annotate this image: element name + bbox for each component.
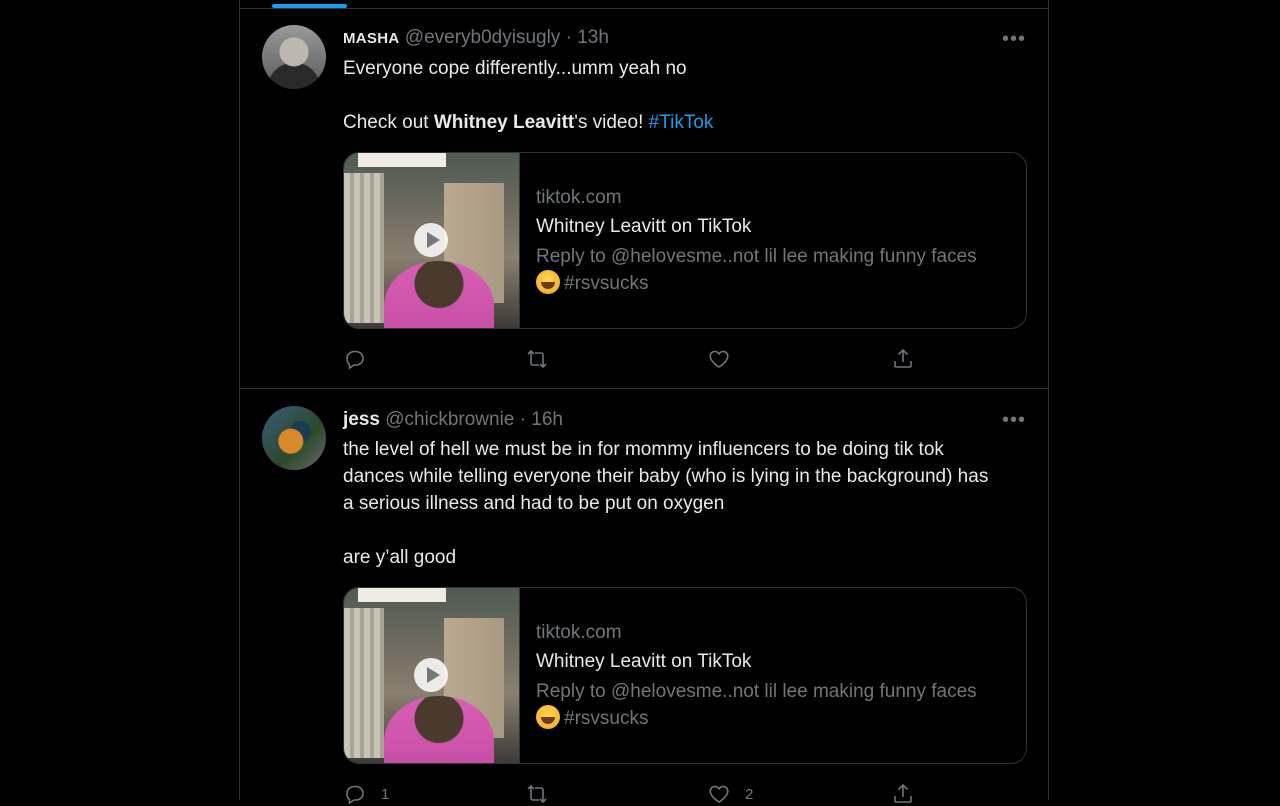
- tweet-text: the level of hell we must be in for momm…: [343, 436, 1003, 571]
- card-description-line: Reply to @helovesme..not lil lee making …: [536, 246, 977, 267]
- tweet[interactable]: MASHA @everyb0dyisugly · 13h ••• Everyon…: [240, 9, 1048, 389]
- card-title: Whitney Leavitt on TikTok: [536, 651, 752, 672]
- retweet-button[interactable]: [525, 347, 563, 371]
- retweet-icon: [527, 784, 547, 804]
- tweet-actions: [343, 347, 923, 371]
- play-icon[interactable]: [414, 658, 448, 692]
- display-name[interactable]: MASHA: [343, 30, 400, 47]
- tweet-text-line: are y’all good: [343, 547, 457, 568]
- user-handle[interactable]: @everyb0dyisugly: [405, 27, 561, 48]
- retweet-button[interactable]: [525, 782, 563, 806]
- timestamp[interactable]: 13h: [577, 27, 609, 48]
- share-icon: [894, 348, 912, 368]
- hashtag-link[interactable]: #TikTok: [649, 112, 714, 133]
- link-card[interactable]: tiktok.com Whitney Leavitt on TikTok Rep…: [343, 587, 1027, 764]
- reply-button[interactable]: [343, 347, 381, 371]
- reply-button[interactable]: 1: [343, 782, 389, 806]
- laughing-emoji-icon: [536, 270, 560, 294]
- separator: ·: [519, 409, 526, 430]
- more-icon[interactable]: •••: [1002, 410, 1026, 430]
- reply-icon: [346, 785, 364, 805]
- user-handle[interactable]: @chickbrownie: [385, 409, 514, 430]
- tweet-header: MASHA @everyb0dyisugly · 13h: [343, 27, 609, 49]
- avatar[interactable]: [262, 25, 326, 89]
- tweet[interactable]: jess @chickbrownie · 16h ••• the level o…: [240, 389, 1048, 805]
- video-thumbnail[interactable]: [344, 588, 520, 763]
- like-button[interactable]: [707, 347, 745, 371]
- text-fragment: Check out: [343, 112, 434, 133]
- tweet-header: jess @chickbrownie · 16h: [343, 409, 563, 431]
- mention-bold: Whitney Leavitt: [433, 112, 575, 133]
- card-description: Reply to @helovesme..not lil lee making …: [536, 243, 1016, 297]
- tweet-text-line: the level of hell we must be in for momm…: [343, 439, 989, 514]
- heart-icon: [709, 785, 729, 803]
- tweet-text-line: Everyone cope differently...umm yeah no: [343, 58, 687, 79]
- heart-icon: [709, 350, 729, 368]
- reply-icon: [346, 350, 364, 370]
- card-description-tag: #rsvsucks: [564, 708, 649, 729]
- card-description-tag: #rsvsucks: [564, 273, 649, 294]
- share-icon: [894, 783, 912, 803]
- more-icon[interactable]: •••: [1002, 29, 1026, 49]
- timeline-column: MASHA @everyb0dyisugly · 13h ••• Everyon…: [239, 0, 1049, 805]
- card-description-line: Reply to @helovesme..not lil lee making …: [536, 681, 977, 702]
- card-domain: tiktok.com: [536, 187, 622, 208]
- card-body: tiktok.com Whitney Leavitt on TikTok Rep…: [536, 618, 1016, 732]
- link-card[interactable]: tiktok.com Whitney Leavitt on TikTok Rep…: [343, 152, 1027, 329]
- card-domain: tiktok.com: [536, 622, 622, 643]
- play-icon[interactable]: [414, 223, 448, 257]
- avatar[interactable]: [262, 406, 326, 470]
- tweet-text: Everyone cope differently...umm yeah no …: [343, 55, 1003, 136]
- card-title: Whitney Leavitt on TikTok: [536, 216, 752, 237]
- retweet-icon: [527, 349, 547, 369]
- display-name[interactable]: jess: [343, 409, 380, 430]
- tweet-text-line: Check out Whitney Leavitt's video! #TikT…: [343, 109, 1003, 136]
- like-button[interactable]: 2: [707, 782, 753, 806]
- laughing-emoji-icon: [536, 705, 560, 729]
- share-button[interactable]: [891, 347, 915, 371]
- tweet-actions: 1 2: [343, 782, 923, 806]
- share-button[interactable]: [891, 782, 915, 806]
- card-description: Reply to @helovesme..not lil lee making …: [536, 678, 1016, 732]
- separator: ·: [565, 27, 572, 48]
- video-thumbnail[interactable]: [344, 153, 520, 328]
- timestamp[interactable]: 16h: [531, 409, 563, 430]
- text-fragment: 's video!: [574, 112, 649, 133]
- card-body: tiktok.com Whitney Leavitt on TikTok Rep…: [536, 183, 1016, 297]
